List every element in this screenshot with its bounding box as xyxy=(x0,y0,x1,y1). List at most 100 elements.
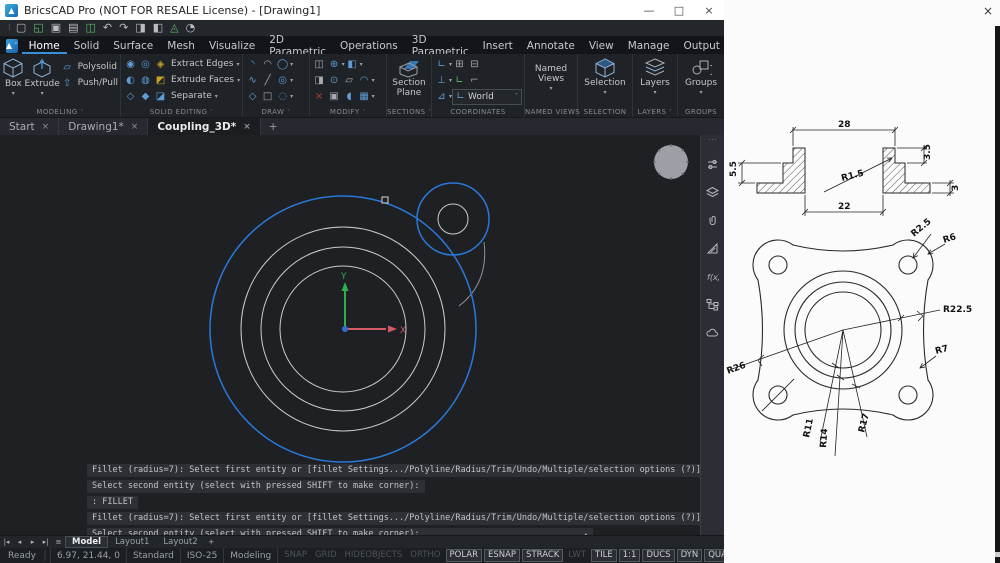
save-icon[interactable]: ▣ xyxy=(51,21,61,35)
panel-scroll-handle-icon[interactable] xyxy=(995,552,1000,557)
tab-visualize[interactable]: Visualize xyxy=(202,37,262,54)
polysolid-button[interactable]: ▱ Polysolid xyxy=(60,59,118,75)
add-layout-icon[interactable]: + xyxy=(205,538,218,546)
structure-panel-icon[interactable] xyxy=(706,298,719,311)
minimize-button[interactable]: — xyxy=(634,4,664,17)
doc-tab-drawing1[interactable]: Drawing1* × xyxy=(59,118,148,135)
explode-icon[interactable]: ▣ xyxy=(327,89,342,103)
offset-icon[interactable]: ◖ xyxy=(342,89,357,103)
named-views-button[interactable]: Named Views ▾ xyxy=(527,56,575,94)
dropdown-caret-icon[interactable]: ▾ xyxy=(372,77,375,84)
toggle-annotation-scale[interactable]: 1:1 xyxy=(619,549,641,562)
group-expand-icon[interactable]: ˅ xyxy=(362,109,365,116)
dropdown-caret-icon[interactable]: ▾ xyxy=(653,88,656,98)
status-dim-style[interactable]: ISO-25 xyxy=(180,548,223,563)
scale-icon[interactable]: ⊙ xyxy=(327,73,342,87)
union-icon[interactable]: ◉ xyxy=(123,57,138,71)
toggle-dyn[interactable]: DYN xyxy=(677,549,703,562)
maximize-button[interactable]: □ xyxy=(664,4,694,17)
toggle-tile[interactable]: TILE xyxy=(591,549,617,562)
draw-arc-icon[interactable]: ◝ xyxy=(245,57,260,71)
tab-2d-parametric[interactable]: 2D Parametric xyxy=(262,37,333,54)
tab-solid[interactable]: Solid xyxy=(67,37,107,54)
draw-circle-icon[interactable]: ◯ xyxy=(275,57,290,71)
intersect-icon[interactable]: ◐ xyxy=(123,73,138,87)
copy-icon[interactable]: ◨ xyxy=(135,21,145,35)
tab-close-icon[interactable]: × xyxy=(243,122,251,132)
view-navigation-sphere[interactable] xyxy=(653,144,688,179)
command-input-line[interactable]: Select second entity (select with presse… xyxy=(87,528,593,535)
group-expand-icon[interactable]: ˅ xyxy=(287,109,290,116)
new-file-icon[interactable]: ▢ xyxy=(16,21,26,35)
erase-icon[interactable]: × xyxy=(312,89,327,103)
tab-list-icon[interactable]: ≡ xyxy=(52,538,65,546)
extract-edges-button[interactable]: ◈ Extract Edges ▾ xyxy=(153,56,239,72)
ucs-3point-icon[interactable]: ⊿ xyxy=(434,89,449,103)
status-workspace[interactable]: Modeling xyxy=(223,548,277,563)
first-tab-icon[interactable]: |◂ xyxy=(0,538,13,546)
doc-tab-start[interactable]: Start × xyxy=(0,118,59,135)
panel-scrollbar[interactable] xyxy=(995,26,1000,563)
dropdown-caret-icon[interactable]: ▾ xyxy=(549,84,552,94)
undo-icon[interactable]: ↶ xyxy=(103,21,112,35)
tab-annotate[interactable]: Annotate xyxy=(520,37,582,54)
extrude-button[interactable]: Extrude ▾ xyxy=(25,56,60,99)
close-button[interactable]: × xyxy=(694,4,724,17)
tab-manage[interactable]: Manage xyxy=(621,37,677,54)
tab-view[interactable]: View xyxy=(582,37,621,54)
tab-operations[interactable]: Operations xyxy=(333,37,405,54)
draw-rectangle-icon[interactable]: □ xyxy=(260,89,275,103)
layout-tab-model[interactable]: Model xyxy=(65,536,108,548)
ucs-face-icon[interactable]: ⊟ xyxy=(467,57,482,71)
dropdown-caret-icon[interactable]: ▾ xyxy=(215,93,218,100)
shell-icon[interactable]: ◇ xyxy=(123,89,138,103)
status-text-style[interactable]: Standard xyxy=(126,548,180,563)
group-expand-icon[interactable]: ˅ xyxy=(80,109,83,116)
dropdown-caret-icon[interactable]: ▾ xyxy=(290,61,293,68)
section-plane-button[interactable]: Section Plane xyxy=(389,56,429,98)
toggle-snap[interactable]: SNAP xyxy=(281,550,310,561)
cloud-sync-icon[interactable]: ◔ xyxy=(186,21,196,35)
dropdown-caret-icon[interactable]: ▾ xyxy=(699,88,702,98)
drawing-canvas[interactable]: Y X Fillet (radius=7): Select first enti… xyxy=(0,135,724,535)
taper-icon[interactable]: ◆ xyxy=(138,89,153,103)
dropdown-caret-icon[interactable]: ▾ xyxy=(41,89,44,99)
toggle-grid[interactable]: GRID xyxy=(312,550,340,561)
new-tab-button[interactable]: + xyxy=(261,118,286,135)
move-icon[interactable]: ◫ xyxy=(312,57,327,71)
toggle-hideobjects[interactable]: HIDEOBJECTS xyxy=(342,550,406,561)
cloud-panel-icon[interactable] xyxy=(706,326,719,339)
draw-donut-icon[interactable]: ◎ xyxy=(275,73,290,87)
prev-tab-icon[interactable]: ◂ xyxy=(13,538,26,546)
toggle-lwt[interactable]: LWT xyxy=(565,550,589,561)
layout-tab-layout1[interactable]: Layout1 xyxy=(108,536,156,548)
dropdown-caret-icon[interactable]: ▾ xyxy=(290,93,293,100)
selected-lobe-circle[interactable] xyxy=(417,183,489,255)
rotate-icon[interactable]: ⊕ xyxy=(327,57,342,71)
next-tab-icon[interactable]: ▸ xyxy=(26,538,39,546)
ucs-world-icon[interactable]: ∟ xyxy=(452,73,467,87)
toggle-polar[interactable]: POLAR xyxy=(446,549,482,562)
draw-polygon-icon[interactable]: ◇ xyxy=(245,89,260,103)
application-button[interactable]: ▲˅ xyxy=(6,39,18,53)
dropdown-caret-icon[interactable]: ▾ xyxy=(236,61,239,68)
layers-panel-icon[interactable] xyxy=(706,186,719,199)
last-tab-icon[interactable]: ▸| xyxy=(39,538,52,546)
draw-spline-icon[interactable]: ∿ xyxy=(245,73,260,87)
ucs-previous-icon[interactable]: ⊥ xyxy=(434,73,449,87)
pushpull-button[interactable]: ⇧ Push/Pull xyxy=(60,75,118,91)
tab-insert[interactable]: Insert xyxy=(476,37,520,54)
fillet-icon[interactable]: ◠ xyxy=(357,73,372,87)
box-button[interactable]: Box ▾ xyxy=(2,56,25,99)
selection-button[interactable]: Selection ▾ xyxy=(580,56,630,98)
tab-surface[interactable]: Surface xyxy=(106,37,160,54)
save-all-icon[interactable]: ▤ xyxy=(68,21,78,35)
extrude-faces-button[interactable]: ◩ Extrude Faces ▾ xyxy=(153,72,240,88)
open-file-icon[interactable]: ◱ xyxy=(33,21,43,35)
separate-button[interactable]: ◪ Separate ▾ xyxy=(153,88,218,104)
draw-revcloud-icon[interactable]: ◠ xyxy=(260,57,275,71)
slice-icon[interactable]: ◍ xyxy=(138,73,153,87)
tab-close-icon[interactable]: × xyxy=(131,122,139,132)
attachments-panel-icon[interactable] xyxy=(706,214,719,227)
ucs-icon[interactable]: ∟ xyxy=(434,57,449,71)
